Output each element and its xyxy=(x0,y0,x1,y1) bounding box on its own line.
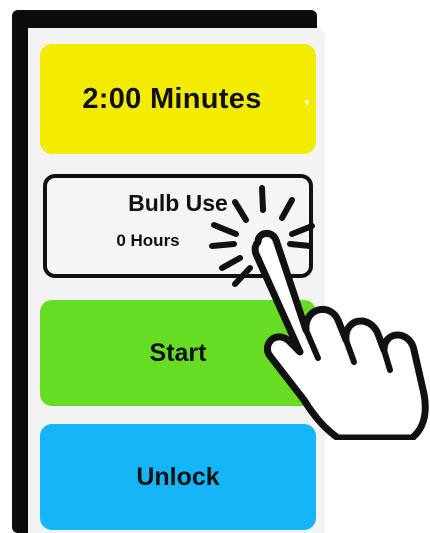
timer-duration-select[interactable]: 2:00 Minutes ▾ xyxy=(40,44,316,154)
page: 2:00 Minutes ▾ Bulb Use 0 Hours Start Un… xyxy=(0,0,430,533)
unlock-button-label: Unlock xyxy=(136,462,220,491)
start-button-label: Start xyxy=(149,338,207,367)
timer-duration-label: 2:00 Minutes xyxy=(82,82,262,115)
bulb-use-hours: 0 Hours xyxy=(116,231,180,250)
chevron-down-icon[interactable]: ▾ xyxy=(304,96,310,109)
pointing-hand-tap-icon xyxy=(209,185,429,440)
